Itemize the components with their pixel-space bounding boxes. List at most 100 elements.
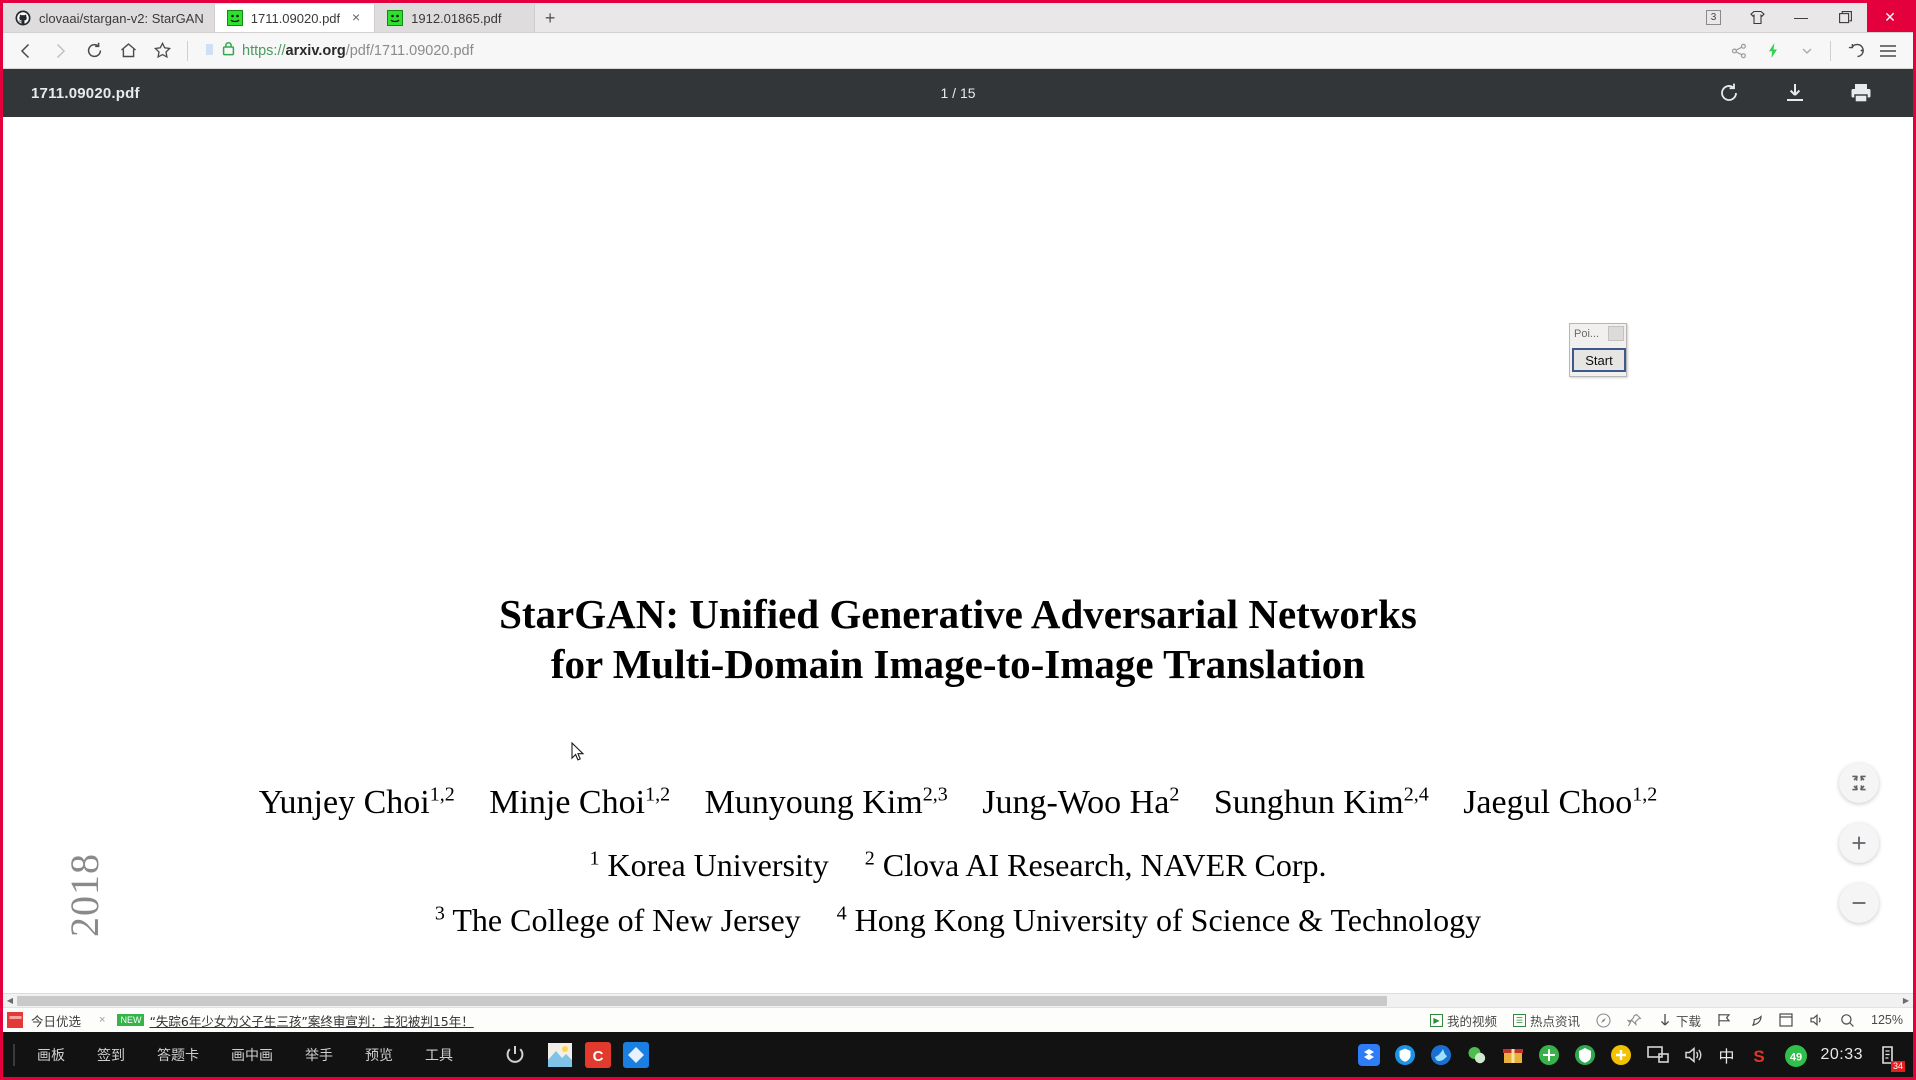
tab-strip: clovaai/stargan-v2: StarGAN 1711.09020.p… [3, 2, 1913, 33]
print-icon[interactable] [1849, 81, 1873, 105]
affiliation-entry: 4 Hong Kong University of Science & Tech… [837, 902, 1481, 938]
affiliation-name: Korea University [607, 847, 829, 883]
news-dismiss-icon[interactable]: × [99, 1014, 105, 1026]
hot-news-button[interactable]: ☰ 热点资讯 [1512, 1011, 1580, 1030]
sogou-icon[interactable]: S [1748, 1044, 1770, 1066]
scroll-right-icon[interactable]: ▶ [1899, 994, 1913, 1007]
battery-badge-icon[interactable]: 49 [1784, 1044, 1808, 1067]
scrollbar-thumb[interactable] [17, 996, 1387, 1006]
svg-text:S: S [1754, 1047, 1765, 1066]
home-icon[interactable] [111, 34, 145, 68]
page-title: StarGAN: Unified Generative Adversarial … [3, 589, 1913, 689]
volume-icon[interactable] [1809, 1013, 1824, 1027]
window-controls: 3 — ✕ [1706, 2, 1913, 32]
gift-icon[interactable] [1502, 1044, 1524, 1066]
taskbar-item-signin[interactable]: 签到 [81, 1032, 141, 1077]
skin-icon[interactable] [1735, 2, 1779, 32]
browser-tab-github[interactable]: clovaai/stargan-v2: StarGAN [3, 4, 215, 32]
restore-button[interactable] [1823, 2, 1867, 32]
monitor-icon[interactable] [1646, 1044, 1670, 1066]
affiliation-entry: 1 Korea University [589, 847, 828, 883]
affiliation-number: 2 [864, 847, 875, 870]
blue-diamond-app-icon[interactable] [623, 1041, 649, 1068]
chevron-down-icon[interactable] [1790, 34, 1824, 68]
new-tab-button[interactable]: + [535, 4, 565, 32]
taskbar-item-answercard[interactable]: 答题卡 [141, 1032, 215, 1077]
taskbar-menu: 画板 签到 答题卡 画中画 举手 预览 工具 [3, 1032, 469, 1077]
download-icon[interactable] [1783, 81, 1807, 105]
close-button[interactable]: ✕ [1867, 2, 1913, 32]
affiliation-number: 1 [589, 847, 600, 870]
affiliation-entry: 3 The College of New Jersey [435, 902, 801, 938]
plus-circle-icon[interactable] [1610, 1044, 1632, 1066]
search-icon[interactable] [1840, 1013, 1855, 1028]
extension-badge[interactable]: 3 [1706, 9, 1721, 25]
taskbar-item-tools[interactable]: 工具 [409, 1032, 469, 1077]
rotate-icon[interactable] [1717, 81, 1741, 105]
close-icon[interactable]: × [348, 10, 364, 26]
author-entry: Munyoung Kim2,3 [705, 784, 948, 821]
share-icon[interactable] [1722, 34, 1756, 68]
shield-icon[interactable] [1394, 1044, 1416, 1066]
bird-icon[interactable] [1430, 1044, 1452, 1066]
taskbar-item-pip[interactable]: 画中画 [215, 1032, 289, 1077]
ime-indicator[interactable]: 中 [1718, 1043, 1734, 1067]
taskbar-item-whiteboard[interactable]: 画板 [21, 1032, 81, 1077]
news-headline-link[interactable]: “失踪6年少女为父子生三孩”案终审宣判：主犯被判15年！ [149, 1011, 473, 1030]
start-button[interactable]: Start [1572, 348, 1626, 372]
popup-field-spinner[interactable] [1608, 326, 1624, 341]
c-app-icon[interactable]: C [585, 1041, 611, 1068]
flag-icon[interactable] [1717, 1013, 1732, 1027]
taskbar-item-raisehand[interactable]: 举手 [289, 1032, 349, 1077]
affiliation-name: The College of New Jersey [452, 902, 801, 938]
menu-icon[interactable] [1871, 34, 1905, 68]
green-circle-icon[interactable] [1538, 1044, 1560, 1066]
calendar-icon [7, 1012, 23, 1028]
browser-tab-pdf-active[interactable]: 1711.09020.pdf × [214, 4, 376, 32]
zoom-out-icon[interactable] [1839, 883, 1879, 923]
browser-tab-pdf-second[interactable]: 1912.01865.pdf [375, 4, 536, 32]
address-bar-actions [1722, 34, 1905, 68]
wechat-icon[interactable] [1466, 1044, 1488, 1066]
minimize-button[interactable]: — [1779, 2, 1823, 32]
compass-icon[interactable] [1596, 1012, 1611, 1028]
notification-button[interactable]: 34 [1877, 1042, 1905, 1072]
eraser-icon[interactable] [1748, 1013, 1763, 1027]
power-icon[interactable] [493, 1032, 537, 1077]
scroll-left-icon[interactable]: ◀ [3, 994, 17, 1007]
pin-icon[interactable] [1627, 1013, 1642, 1028]
volume-icon[interactable] [1682, 1044, 1704, 1066]
dropbox-icon[interactable] [1358, 1043, 1381, 1066]
clock[interactable]: 20:33 [1820, 1046, 1863, 1064]
os-taskbar: 画板 签到 答题卡 画中画 举手 预览 工具 C 中 S 49 20:33 34 [3, 1032, 1913, 1077]
browser-tab-title: 1912.01865.pdf [411, 10, 502, 26]
fit-page-icon[interactable] [1839, 763, 1879, 803]
url-bar[interactable]: https://arxiv.org/pdf/1711.09020.pdf [188, 36, 1722, 66]
paint-app-icon[interactable] [547, 1042, 573, 1068]
window-icon[interactable] [1779, 1013, 1793, 1027]
author-affil-ref: 1,2 [1632, 784, 1658, 806]
security-icon[interactable] [1574, 1044, 1596, 1066]
reload-icon[interactable] [77, 34, 111, 68]
lightning-icon[interactable] [1756, 34, 1790, 68]
back-arrow-icon[interactable] [9, 34, 43, 68]
play-icon: ▶ [1429, 1013, 1443, 1027]
affiliation-entry: 2 Clova AI Research, NAVER Corp. [865, 847, 1327, 883]
page-action-icon [204, 41, 215, 61]
affiliation-number: 4 [836, 902, 847, 925]
url-host: arxiv.org [285, 42, 346, 59]
zoom-in-icon[interactable] [1839, 823, 1879, 863]
zoom-level-label[interactable]: 125% [1871, 1013, 1903, 1027]
pdf-horizontal-scrollbar[interactable]: ◀ ▶ [3, 993, 1913, 1007]
history-undo-icon[interactable] [1837, 34, 1871, 68]
forward-arrow-icon[interactable] [43, 34, 77, 68]
star-icon[interactable] [145, 34, 179, 68]
my-videos-button[interactable]: ▶ 我的视频 [1429, 1011, 1497, 1030]
news-site-label[interactable]: 今日优选 [31, 1011, 81, 1030]
taskbar-item-preview[interactable]: 预览 [349, 1032, 409, 1077]
download-button[interactable]: 下载 [1658, 1011, 1701, 1030]
pdf-page-area[interactable]: 2018 StarGAN: Unified Generative Adversa… [3, 117, 1913, 993]
automation-popup-dialog[interactable]: Poi... Start [1569, 323, 1627, 377]
browser-tab-title: clovaai/stargan-v2: StarGAN [39, 10, 204, 26]
pdf-toolbar-actions [1717, 81, 1873, 105]
